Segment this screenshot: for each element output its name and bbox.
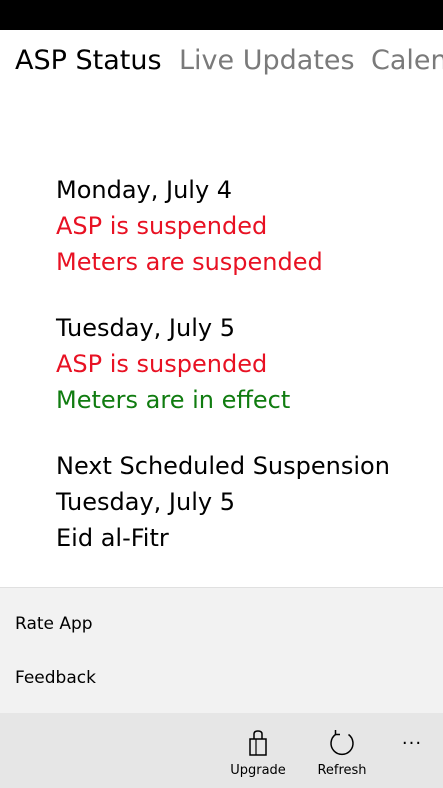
next-suspension-holiday: Eid al-Fitr bbox=[56, 524, 169, 552]
tab-asp-status[interactable]: ASP Status bbox=[15, 44, 162, 78]
asp-status: ASP is suspended bbox=[56, 212, 268, 240]
day-status-block: Tuesday, July 5 ASP is suspended Meters … bbox=[56, 310, 436, 418]
app-bar-menu: Rate App Feedback bbox=[0, 587, 443, 714]
tab-live-updates[interactable]: Live Updates bbox=[179, 44, 355, 78]
feedback-menu-item[interactable]: Feedback bbox=[15, 667, 96, 689]
meters-status: Meters are in effect bbox=[56, 386, 291, 414]
day-date: Tuesday, July 5 bbox=[56, 314, 235, 342]
next-suspension-block: Next Scheduled Suspension Tuesday, July … bbox=[56, 448, 436, 556]
refresh-label: Refresh bbox=[317, 763, 367, 778]
meters-status: Meters are suspended bbox=[56, 248, 323, 276]
app-bar: Upgrade Refresh ... bbox=[0, 713, 443, 788]
refresh-icon bbox=[302, 729, 382, 757]
more-options-button[interactable]: ... bbox=[394, 729, 430, 759]
status-content: Monday, July 4 ASP is suspended Meters a… bbox=[56, 172, 436, 586]
next-suspension-heading: Next Scheduled Suspension bbox=[56, 452, 390, 480]
upgrade-label: Upgrade bbox=[230, 763, 286, 778]
upgrade-button[interactable]: Upgrade bbox=[218, 729, 298, 779]
asp-status: ASP is suspended bbox=[56, 350, 268, 378]
next-suspension-date: Tuesday, July 5 bbox=[56, 488, 235, 516]
rate-app-menu-item[interactable]: Rate App bbox=[15, 613, 93, 635]
refresh-button[interactable]: Refresh bbox=[302, 729, 382, 779]
pivot-header: ASP Status Live Updates Calen bbox=[0, 30, 443, 94]
tab-calendar[interactable]: Calen bbox=[371, 44, 443, 78]
status-bar bbox=[0, 0, 443, 30]
day-date: Monday, July 4 bbox=[56, 176, 233, 204]
day-status-block: Monday, July 4 ASP is suspended Meters a… bbox=[56, 172, 436, 280]
shopping-bag-icon bbox=[218, 729, 298, 757]
